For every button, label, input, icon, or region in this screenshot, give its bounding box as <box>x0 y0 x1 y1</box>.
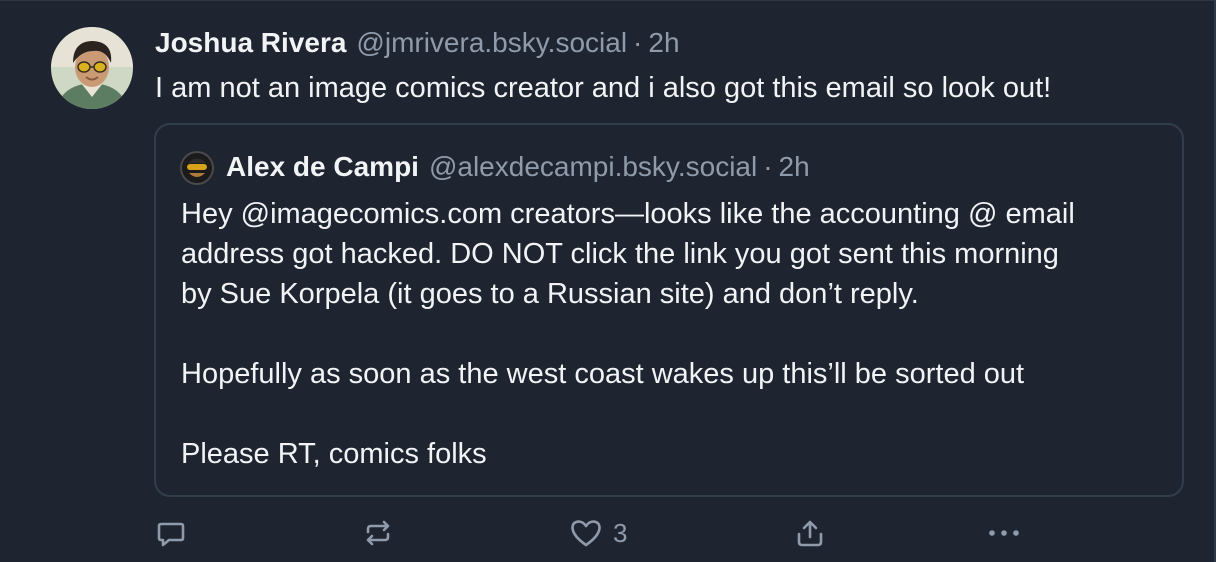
like-count: 3 <box>613 517 628 548</box>
more-options-icon <box>989 530 1019 536</box>
post-action-bar: 3 <box>0 513 1216 553</box>
like-button[interactable]: 3 <box>569 513 627 553</box>
quoted-header-separator: · <box>763 151 773 182</box>
reply-button[interactable] <box>155 513 187 553</box>
quoted-author-handle[interactable]: @alexdecampi.bsky.social <box>429 147 757 187</box>
quoted-text-line: address got hacked. DO NOT click the lin… <box>181 238 1059 270</box>
author-avatar[interactable] <box>51 27 133 109</box>
quoted-post-text: Hey @imagecomics.com creators—looks like… <box>181 194 1171 474</box>
quoted-text-line: Please RT, comics folks <box>181 438 487 470</box>
quoted-author-avatar[interactable] <box>180 151 214 185</box>
user-avatar-photo-icon <box>51 27 133 109</box>
quoted-text-line: Hopefully as soon as the west coast wake… <box>181 358 1025 390</box>
header-separator: · <box>633 27 643 58</box>
post-body: Joshua Rivera @jmrivera.bsky.social · 2h… <box>155 24 1195 107</box>
post-header: Joshua Rivera @jmrivera.bsky.social · 2h <box>155 24 1195 62</box>
heart-icon <box>571 520 601 547</box>
quoted-text-blank-line <box>181 394 1171 434</box>
author-handle[interactable]: @jmrivera.bsky.social <box>356 24 627 62</box>
more-options-button[interactable] <box>986 513 1022 553</box>
quoted-text-blank-line <box>181 314 1171 354</box>
repost-icon <box>366 520 390 546</box>
post-text: I am not an image comics creator and i a… <box>155 72 1052 104</box>
quoted-text-line: Hey @imagecomics.com creators—looks like… <box>181 198 1075 230</box>
reply-icon <box>157 522 185 547</box>
post-timestamp[interactable]: 2h <box>648 24 679 62</box>
quoted-user-avatar-icon <box>180 151 214 185</box>
quoted-author-display-name[interactable]: Alex de Campi <box>226 147 419 187</box>
share-button[interactable] <box>794 513 826 553</box>
quoted-text-line: by Sue Korpela (it goes to a Russian sit… <box>181 278 919 310</box>
quoted-post-timestamp[interactable]: 2h <box>779 147 810 187</box>
author-display-name[interactable]: Joshua Rivera <box>155 24 346 62</box>
share-icon <box>797 520 823 547</box>
repost-button[interactable] <box>362 513 394 553</box>
quoted-post-header: Alex de Campi @alexdecampi.bsky.social ·… <box>226 147 810 187</box>
quoted-post[interactable]: Alex de Campi @alexdecampi.bsky.social ·… <box>154 123 1184 497</box>
post-card: Joshua Rivera @jmrivera.bsky.social · 2h… <box>0 0 1216 562</box>
